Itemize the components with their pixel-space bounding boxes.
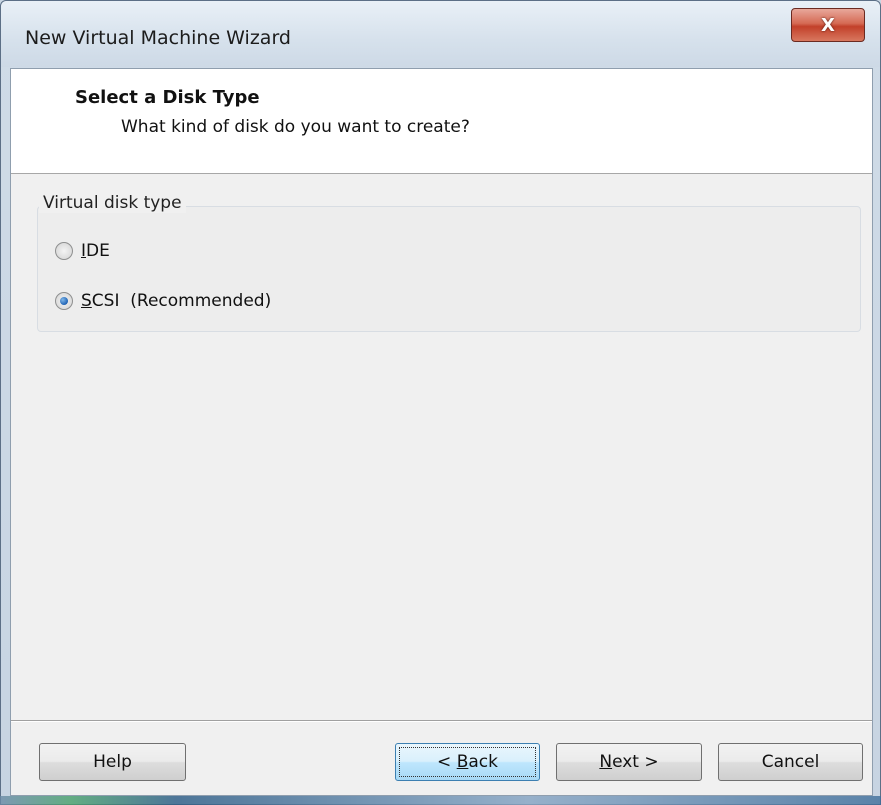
help-button[interactable]: Help	[39, 743, 186, 781]
next-button[interactable]: Next >	[556, 743, 702, 781]
back-button[interactable]: < Back	[395, 743, 540, 781]
radio-ide-text: DE	[86, 241, 110, 261]
disk-type-groupbox	[37, 206, 861, 332]
page-title: Select a Disk Type	[75, 87, 260, 108]
focus-rect	[399, 747, 536, 777]
radio-scsi-recommended: (Recommended)	[119, 291, 272, 311]
close-icon: X	[821, 14, 835, 36]
taskbar-edge	[0, 796, 881, 805]
radio-ide-label[interactable]: IDE	[81, 241, 110, 261]
wizard-window: New Virtual Machine Wizard X Select a Di…	[0, 0, 881, 805]
next-button-mnemonic: N	[599, 752, 613, 772]
radio-ide[interactable]: IDE	[55, 241, 110, 261]
radio-ide-indicator[interactable]	[55, 242, 73, 260]
wizard-body: Select a Disk Type What kind of disk do …	[10, 68, 873, 796]
window-title: New Virtual Machine Wizard	[25, 27, 291, 49]
radio-scsi[interactable]: SCSI (Recommended)	[55, 291, 271, 311]
cancel-button-label: Cancel	[761, 752, 820, 772]
wizard-header: Select a Disk Type What kind of disk do …	[11, 69, 872, 174]
radio-scsi-mnemonic: S	[81, 291, 92, 311]
cancel-button[interactable]: Cancel	[718, 743, 863, 781]
radio-scsi-label[interactable]: SCSI (Recommended)	[81, 291, 271, 311]
title-bar[interactable]: New Virtual Machine Wizard X	[1, 1, 880, 67]
close-button[interactable]: X	[791, 8, 865, 42]
help-button-label: Help	[93, 752, 132, 772]
disk-type-group-label: Virtual disk type	[39, 193, 186, 213]
footer-separator	[11, 720, 872, 722]
radio-scsi-indicator[interactable]	[55, 292, 73, 310]
radio-scsi-text: CSI	[91, 291, 120, 311]
next-button-rest: ext >	[612, 752, 659, 772]
page-subtitle: What kind of disk do you want to create?	[121, 117, 470, 137]
